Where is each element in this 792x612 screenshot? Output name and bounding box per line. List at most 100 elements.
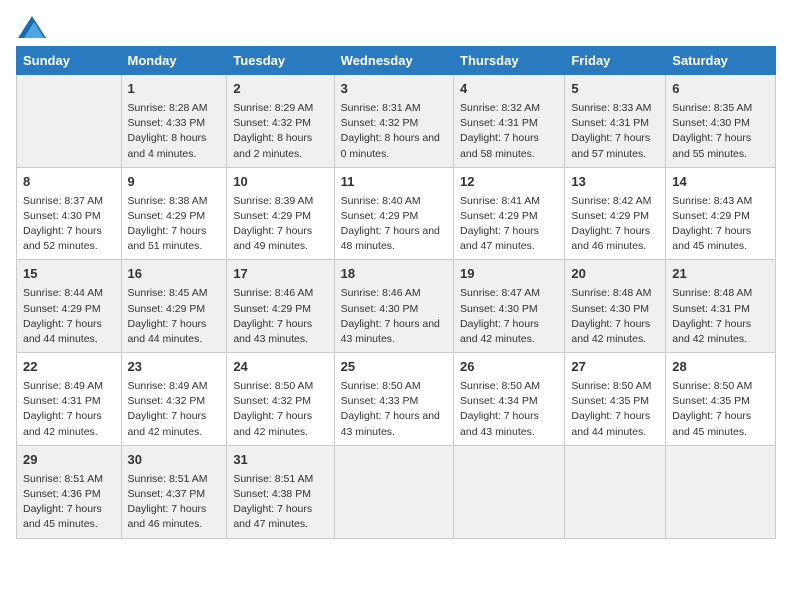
sunrise-text: Sunrise: 8:28 AM	[128, 102, 208, 114]
daylight-text: Daylight: 7 hours and 44 minutes.	[23, 318, 102, 345]
calendar-cell: 24Sunrise: 8:50 AMSunset: 4:32 PMDayligh…	[227, 353, 334, 446]
day-number: 9	[128, 173, 221, 192]
daylight-text: Daylight: 7 hours and 49 minutes.	[233, 225, 312, 252]
sunrise-text: Sunrise: 8:51 AM	[23, 473, 103, 485]
daylight-text: Daylight: 7 hours and 44 minutes.	[128, 318, 207, 345]
col-header-thursday: Thursday	[454, 47, 565, 75]
calendar-cell: 27Sunrise: 8:50 AMSunset: 4:35 PMDayligh…	[565, 353, 666, 446]
day-number: 10	[233, 173, 327, 192]
col-header-friday: Friday	[565, 47, 666, 75]
day-number: 17	[233, 265, 327, 284]
day-number: 31	[233, 451, 327, 470]
sunset-text: Sunset: 4:30 PM	[571, 303, 649, 315]
sunrise-text: Sunrise: 8:48 AM	[672, 287, 752, 299]
day-number: 20	[571, 265, 659, 284]
calendar-cell: 9Sunrise: 8:38 AMSunset: 4:29 PMDaylight…	[121, 167, 227, 260]
calendar-cell: 2Sunrise: 8:29 AMSunset: 4:32 PMDaylight…	[227, 75, 334, 168]
calendar-cell: 28Sunrise: 8:50 AMSunset: 4:35 PMDayligh…	[666, 353, 776, 446]
daylight-text: Daylight: 7 hours and 47 minutes.	[233, 503, 312, 530]
daylight-text: Daylight: 7 hours and 42 minutes.	[571, 318, 650, 345]
daylight-text: Daylight: 7 hours and 42 minutes.	[672, 318, 751, 345]
sunrise-text: Sunrise: 8:35 AM	[672, 102, 752, 114]
calendar-week-row: 1Sunrise: 8:28 AMSunset: 4:33 PMDaylight…	[17, 75, 776, 168]
sunset-text: Sunset: 4:38 PM	[233, 488, 311, 500]
day-number: 23	[128, 358, 221, 377]
daylight-text: Daylight: 7 hours and 48 minutes.	[341, 225, 440, 252]
sunrise-text: Sunrise: 8:31 AM	[341, 102, 421, 114]
col-header-sunday: Sunday	[17, 47, 122, 75]
daylight-text: Daylight: 7 hours and 45 minutes.	[23, 503, 102, 530]
calendar-cell	[666, 445, 776, 538]
calendar-cell: 20Sunrise: 8:48 AMSunset: 4:30 PMDayligh…	[565, 260, 666, 353]
calendar-cell: 13Sunrise: 8:42 AMSunset: 4:29 PMDayligh…	[565, 167, 666, 260]
day-number: 3	[341, 80, 447, 99]
col-header-monday: Monday	[121, 47, 227, 75]
day-number: 25	[341, 358, 447, 377]
sunset-text: Sunset: 4:29 PM	[233, 210, 311, 222]
day-number: 28	[672, 358, 769, 377]
calendar-cell	[454, 445, 565, 538]
sunset-text: Sunset: 4:29 PM	[571, 210, 649, 222]
day-number: 4	[460, 80, 558, 99]
sunset-text: Sunset: 4:31 PM	[571, 117, 649, 129]
daylight-text: Daylight: 7 hours and 43 minutes.	[341, 318, 440, 345]
daylight-text: Daylight: 7 hours and 58 minutes.	[460, 132, 539, 159]
calendar-cell: 16Sunrise: 8:45 AMSunset: 4:29 PMDayligh…	[121, 260, 227, 353]
sunset-text: Sunset: 4:35 PM	[672, 395, 750, 407]
sunset-text: Sunset: 4:29 PM	[23, 303, 101, 315]
sunrise-text: Sunrise: 8:37 AM	[23, 195, 103, 207]
sunrise-text: Sunrise: 8:42 AM	[571, 195, 651, 207]
daylight-text: Daylight: 7 hours and 51 minutes.	[128, 225, 207, 252]
sunset-text: Sunset: 4:31 PM	[23, 395, 101, 407]
sunrise-text: Sunrise: 8:49 AM	[128, 380, 208, 392]
day-number: 6	[672, 80, 769, 99]
sunset-text: Sunset: 4:29 PM	[672, 210, 750, 222]
sunset-text: Sunset: 4:29 PM	[341, 210, 419, 222]
calendar-cell: 12Sunrise: 8:41 AMSunset: 4:29 PMDayligh…	[454, 167, 565, 260]
sunrise-text: Sunrise: 8:50 AM	[341, 380, 421, 392]
sunrise-text: Sunrise: 8:46 AM	[341, 287, 421, 299]
calendar-week-row: 15Sunrise: 8:44 AMSunset: 4:29 PMDayligh…	[17, 260, 776, 353]
sunset-text: Sunset: 4:31 PM	[672, 303, 750, 315]
sunset-text: Sunset: 4:31 PM	[460, 117, 538, 129]
calendar-cell: 6Sunrise: 8:35 AMSunset: 4:30 PMDaylight…	[666, 75, 776, 168]
sunset-text: Sunset: 4:30 PM	[672, 117, 750, 129]
calendar-cell: 23Sunrise: 8:49 AMSunset: 4:32 PMDayligh…	[121, 353, 227, 446]
daylight-text: Daylight: 8 hours and 0 minutes.	[341, 132, 440, 159]
day-number: 8	[23, 173, 115, 192]
calendar-cell: 8Sunrise: 8:37 AMSunset: 4:30 PMDaylight…	[17, 167, 122, 260]
sunrise-text: Sunrise: 8:33 AM	[571, 102, 651, 114]
header	[16, 16, 776, 38]
sunrise-text: Sunrise: 8:50 AM	[672, 380, 752, 392]
sunset-text: Sunset: 4:33 PM	[341, 395, 419, 407]
sunrise-text: Sunrise: 8:50 AM	[460, 380, 540, 392]
day-number: 2	[233, 80, 327, 99]
daylight-text: Daylight: 7 hours and 52 minutes.	[23, 225, 102, 252]
calendar-cell: 14Sunrise: 8:43 AMSunset: 4:29 PMDayligh…	[666, 167, 776, 260]
sunrise-text: Sunrise: 8:51 AM	[233, 473, 313, 485]
sunset-text: Sunset: 4:29 PM	[460, 210, 538, 222]
logo	[16, 16, 50, 38]
sunset-text: Sunset: 4:34 PM	[460, 395, 538, 407]
day-number: 14	[672, 173, 769, 192]
calendar-cell: 11Sunrise: 8:40 AMSunset: 4:29 PMDayligh…	[334, 167, 453, 260]
calendar-body: 1Sunrise: 8:28 AMSunset: 4:33 PMDaylight…	[17, 75, 776, 539]
calendar-cell	[334, 445, 453, 538]
daylight-text: Daylight: 7 hours and 46 minutes.	[571, 225, 650, 252]
day-number: 19	[460, 265, 558, 284]
daylight-text: Daylight: 7 hours and 44 minutes.	[571, 410, 650, 437]
day-number: 18	[341, 265, 447, 284]
daylight-text: Daylight: 7 hours and 42 minutes.	[233, 410, 312, 437]
daylight-text: Daylight: 7 hours and 42 minutes.	[460, 318, 539, 345]
day-number: 16	[128, 265, 221, 284]
day-number: 11	[341, 173, 447, 192]
daylight-text: Daylight: 8 hours and 4 minutes.	[128, 132, 207, 159]
day-number: 22	[23, 358, 115, 377]
daylight-text: Daylight: 7 hours and 43 minutes.	[341, 410, 440, 437]
logo-icon	[18, 16, 46, 38]
calendar-cell: 22Sunrise: 8:49 AMSunset: 4:31 PMDayligh…	[17, 353, 122, 446]
calendar-cell: 15Sunrise: 8:44 AMSunset: 4:29 PMDayligh…	[17, 260, 122, 353]
sunset-text: Sunset: 4:32 PM	[128, 395, 206, 407]
day-number: 15	[23, 265, 115, 284]
daylight-text: Daylight: 7 hours and 46 minutes.	[128, 503, 207, 530]
